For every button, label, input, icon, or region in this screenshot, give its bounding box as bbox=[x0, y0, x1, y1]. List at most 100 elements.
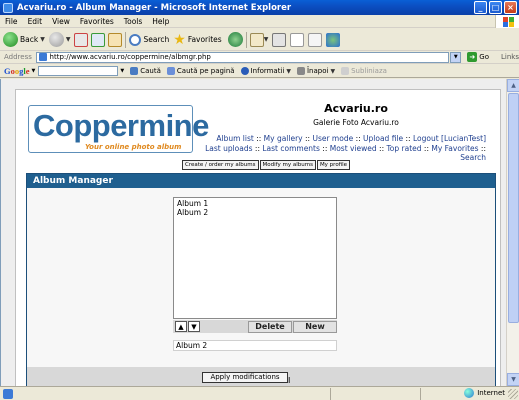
browser-viewport: Coppermine Your online photo album Acvar… bbox=[0, 79, 506, 386]
apply-modifications-button[interactable]: Apply modifications bbox=[202, 372, 288, 383]
messenger-icon[interactable] bbox=[326, 32, 341, 47]
nav-my-favorites[interactable]: My Favorites bbox=[431, 144, 478, 153]
move-down-button[interactable]: ▼ bbox=[188, 321, 200, 332]
nav-last-comments[interactable]: Last comments bbox=[262, 144, 320, 153]
tab-my-profile[interactable]: My profile bbox=[316, 160, 351, 170]
toolbar-separator bbox=[245, 31, 247, 48]
search-button[interactable]: Search bbox=[129, 33, 170, 46]
internet-zone-icon bbox=[464, 388, 475, 398]
mail-dropdown-icon[interactable]: ▼ bbox=[264, 36, 269, 43]
google-search-button[interactable]: Caută bbox=[130, 67, 161, 75]
info-icon bbox=[240, 67, 249, 75]
nav-primary: Album list :: My gallery :: User mode ::… bbox=[216, 134, 486, 143]
status-divider bbox=[330, 387, 331, 400]
highlight-icon bbox=[341, 67, 350, 75]
delete-button[interactable]: Delete bbox=[248, 320, 292, 333]
toolbar: Back ▼ ▼ Search ★ Favorites ▼ bbox=[0, 29, 519, 51]
favorites-label: Favorites bbox=[187, 35, 222, 44]
toolbar-separator bbox=[125, 31, 127, 48]
nav-user-mode[interactable]: User mode bbox=[312, 134, 353, 143]
maximize-button[interactable]: □ bbox=[489, 1, 502, 14]
album-list-item[interactable]: Album 2 bbox=[177, 208, 333, 218]
forward-button[interactable]: ▼ bbox=[48, 32, 71, 47]
nav-my-gallery[interactable]: My gallery bbox=[264, 134, 303, 143]
status-bar: Internet bbox=[0, 386, 519, 400]
print-icon[interactable] bbox=[272, 32, 287, 47]
back-dropdown-icon[interactable]: ▼ bbox=[40, 36, 45, 43]
google-highlight-button[interactable]: Subliniaza bbox=[341, 67, 387, 75]
nav-most-viewed[interactable]: Most viewed bbox=[330, 144, 377, 153]
search-icon bbox=[129, 33, 142, 46]
nav-upload-file[interactable]: Upload file bbox=[363, 134, 403, 143]
ie-icon bbox=[3, 2, 13, 13]
title-bar: Acvariu.ro - Album Manager - Microsoft I… bbox=[0, 0, 519, 15]
menu-help[interactable]: Help bbox=[147, 17, 174, 26]
google-menu-icon[interactable]: ▼ bbox=[32, 68, 36, 74]
address-dropdown-icon[interactable]: ▼ bbox=[450, 51, 462, 63]
menu-favorites[interactable]: Favorites bbox=[75, 17, 119, 26]
back-dropdown-icon[interactable]: ▼ bbox=[330, 68, 335, 75]
coppermine-logo[interactable]: Coppermine Your online photo album bbox=[28, 105, 209, 153]
google-info-label: Informatii bbox=[250, 67, 285, 75]
menu-view[interactable]: View bbox=[47, 17, 75, 26]
back-button[interactable]: Back ▼ bbox=[3, 32, 45, 47]
security-zone: Internet bbox=[464, 388, 505, 398]
search-label: Search bbox=[143, 35, 170, 44]
links-button[interactable]: Links bbox=[501, 53, 519, 61]
menu-bar: File Edit View Favorites Tools Help bbox=[0, 15, 519, 28]
page-icon bbox=[38, 53, 47, 61]
address-input[interactable]: http://www.acvariu.ro/coppermine/albmgr.… bbox=[35, 51, 450, 63]
home-icon[interactable] bbox=[108, 32, 123, 47]
status-divider bbox=[420, 387, 421, 400]
move-up-button[interactable]: ▲ bbox=[175, 321, 187, 332]
google-logo[interactable]: Google bbox=[4, 66, 30, 76]
google-search-input[interactable] bbox=[38, 66, 119, 76]
go-button[interactable]: ➜ Go bbox=[467, 52, 489, 62]
mail-icon[interactable] bbox=[249, 32, 264, 47]
new-button[interactable]: New bbox=[293, 320, 337, 333]
back-label: Back bbox=[20, 35, 39, 44]
nav-top-rated[interactable]: Top rated bbox=[387, 144, 422, 153]
nav-logout[interactable]: Logout [LucianTest] bbox=[413, 134, 486, 143]
google-info-button[interactable]: Informatii ▼ bbox=[240, 67, 291, 75]
stop-icon[interactable] bbox=[74, 32, 89, 47]
nav-album-list[interactable]: Album list bbox=[216, 134, 253, 143]
back-icon bbox=[296, 67, 305, 75]
google-search-label: Caută bbox=[140, 67, 161, 75]
google-search-page-button[interactable]: Caută pe pagină bbox=[166, 67, 235, 75]
google-search-dropdown-icon[interactable]: ▼ bbox=[120, 68, 124, 74]
album-manager-heading: Album Manager bbox=[27, 174, 495, 188]
address-url: http://www.acvariu.ro/coppermine/albmgr.… bbox=[49, 53, 211, 61]
edit-icon[interactable] bbox=[290, 32, 305, 47]
google-search-icon bbox=[130, 67, 139, 75]
user-tabs: Create / order my albums Modify my album… bbox=[182, 160, 351, 170]
close-button[interactable]: × bbox=[504, 1, 517, 14]
album-listbox[interactable]: Album 1 Album 2 bbox=[173, 197, 337, 319]
menu-edit[interactable]: Edit bbox=[23, 17, 48, 26]
tab-create-order-albums[interactable]: Create / order my albums bbox=[182, 160, 259, 170]
resize-grip-icon[interactable] bbox=[508, 389, 518, 399]
forward-arrow-icon bbox=[48, 32, 64, 47]
nav-search[interactable]: Search bbox=[460, 153, 486, 162]
scroll-thumb[interactable] bbox=[508, 93, 519, 323]
album-name-field[interactable]: Album 2 bbox=[173, 340, 337, 351]
vertical-scrollbar[interactable]: ▲ ▼ bbox=[506, 79, 519, 386]
media-icon[interactable] bbox=[227, 32, 243, 47]
scroll-down-icon[interactable]: ▼ bbox=[507, 373, 519, 386]
info-dropdown-icon[interactable]: ▼ bbox=[286, 68, 291, 75]
minimize-button[interactable]: _ bbox=[474, 1, 487, 14]
favorites-button[interactable]: ★ Favorites bbox=[173, 33, 222, 47]
page-status-icon bbox=[3, 388, 13, 399]
discuss-icon[interactable] bbox=[308, 32, 323, 47]
google-back-button[interactable]: Înapoi ▼ bbox=[296, 67, 335, 75]
refresh-icon[interactable] bbox=[91, 32, 106, 47]
menu-tools[interactable]: Tools bbox=[119, 17, 147, 26]
nav-last-uploads[interactable]: Last uploads bbox=[205, 144, 252, 153]
search-page-icon bbox=[166, 67, 175, 75]
menu-file[interactable]: File bbox=[0, 17, 23, 26]
google-search-page-label: Caută pe pagină bbox=[176, 67, 235, 75]
scroll-up-icon[interactable]: ▲ bbox=[507, 79, 519, 92]
tab-modify-albums[interactable]: Modify my albums bbox=[259, 160, 316, 170]
site-description: Galerie Foto Acvariu.ro bbox=[313, 118, 399, 127]
forward-dropdown-icon[interactable]: ▼ bbox=[66, 36, 71, 43]
